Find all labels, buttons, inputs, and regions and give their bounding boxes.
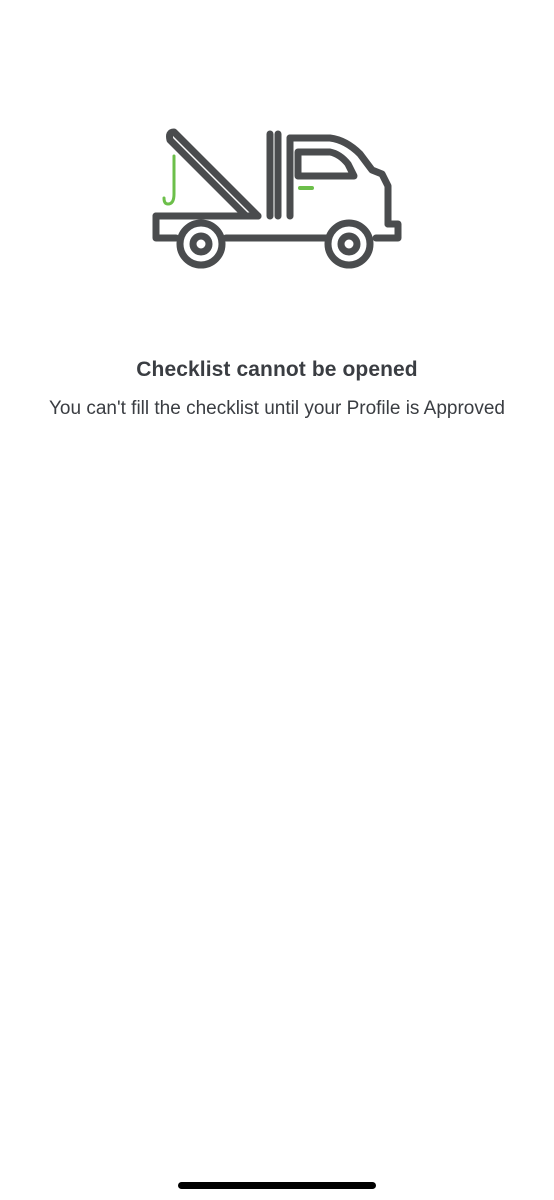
empty-state-title: Checklist cannot be opened <box>136 358 418 381</box>
home-indicator[interactable] <box>178 1182 376 1189</box>
checklist-empty-screen: Checklist cannot be opened You can't fil… <box>0 0 554 1200</box>
empty-state-message: You can't fill the checklist until your … <box>49 398 505 419</box>
tow-truck-icon <box>150 124 406 276</box>
